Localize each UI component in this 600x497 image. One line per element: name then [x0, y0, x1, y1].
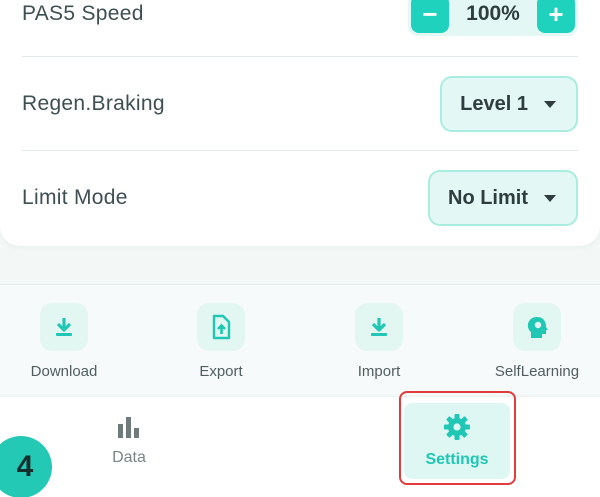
- regen-braking-dropdown[interactable]: Level 1: [440, 76, 578, 132]
- export-button[interactable]: Export: [161, 303, 281, 380]
- caret-down-icon: [544, 194, 556, 202]
- increment-button[interactable]: +: [537, 0, 575, 33]
- action-toolbar: Download Export Import SelfLearning: [0, 284, 600, 394]
- pas5-speed-stepper: − 100% +: [408, 0, 578, 36]
- limit-mode-row: Limit Mode No Limit: [0, 151, 600, 245]
- export-label: Export: [199, 363, 243, 380]
- decrement-button[interactable]: −: [411, 0, 449, 33]
- caret-down-icon: [544, 100, 556, 108]
- download-button[interactable]: Download: [4, 303, 124, 380]
- export-icon: [197, 303, 245, 351]
- import-label: Import: [357, 363, 401, 380]
- pas5-speed-label: PAS5 Speed: [22, 2, 144, 25]
- limit-mode-dropdown[interactable]: No Limit: [428, 170, 578, 226]
- pas5-speed-row: PAS5 Speed − 100% +: [0, 0, 600, 61]
- download-label: Download: [30, 363, 98, 380]
- settings-highlight-box: [399, 391, 516, 485]
- import-icon: [355, 303, 403, 351]
- limit-mode-value: No Limit: [448, 186, 528, 209]
- pas5-speed-value: 100%: [466, 2, 520, 25]
- tab-data[interactable]: Data: [76, 403, 182, 479]
- download-icon: [40, 303, 88, 351]
- self-learning-label: SelfLearning: [494, 363, 580, 380]
- settings-card: PAS5 Speed − 100% + Regen.Braking Level …: [0, 0, 600, 246]
- bar-chart-icon: [118, 417, 139, 438]
- tab-data-label: Data: [112, 449, 146, 466]
- import-button[interactable]: Import: [319, 303, 439, 380]
- regen-braking-value: Level 1: [460, 92, 528, 115]
- limit-mode-label: Limit Mode: [22, 186, 128, 209]
- regen-braking-row: Regen.Braking Level 1: [0, 57, 600, 151]
- regen-braking-label: Regen.Braking: [22, 92, 165, 115]
- self-learning-icon: [513, 303, 561, 351]
- self-learning-button[interactable]: SelfLearning: [477, 303, 597, 380]
